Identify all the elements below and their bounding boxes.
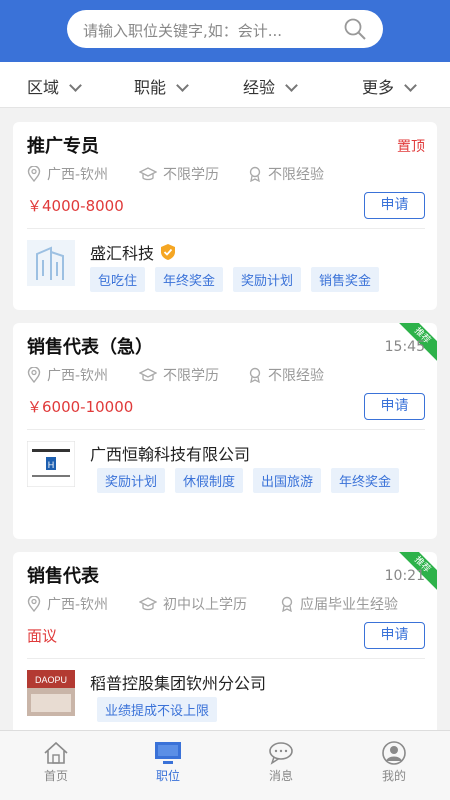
search-placeholder: 请输入职位关键字,如：会计... xyxy=(83,22,283,40)
job-card[interactable]: 推广专员 置顶 广西-钦州 不限学历 不限经验 ￥4000-8000 申请 盛汇… xyxy=(13,122,437,310)
filter-more[interactable]: 更多 xyxy=(362,74,417,98)
job-location: 广西-钦州 xyxy=(27,164,108,184)
education-text: 不限学历 xyxy=(163,368,219,384)
company-logo: H xyxy=(27,441,75,487)
company-name-text: 稻普控股集团钦州分公司 xyxy=(90,674,267,693)
svg-text:DAOPU: DAOPU xyxy=(35,675,67,685)
benefit-tag: 奖励计划 xyxy=(233,267,302,292)
experience-text: 不限经验 xyxy=(268,167,324,183)
benefit-tag: 销售奖金 xyxy=(311,267,380,292)
benefit-tags: 业绩提成不设上限 xyxy=(97,697,437,730)
company-name[interactable]: 稻普控股集团钦州分公司 xyxy=(90,670,266,694)
header: 请输入职位关键字,如：会计... xyxy=(0,0,450,62)
medal-icon xyxy=(249,367,261,383)
filter-label: 经验 xyxy=(243,78,276,97)
user-icon xyxy=(382,741,406,765)
benefit-tag: 业绩提成不设上限 xyxy=(97,697,218,722)
company-logo: DAOPU xyxy=(27,670,75,716)
tab-label: 我的 xyxy=(381,769,406,783)
company-name-text: 广西恒翰科技有限公司 xyxy=(90,445,251,464)
search-input[interactable]: 请输入职位关键字,如：会计... xyxy=(67,10,383,48)
education-cap-icon xyxy=(139,368,157,382)
benefit-tag: 出国旅游 xyxy=(253,468,322,493)
benefit-tag: 包吃住 xyxy=(90,267,146,292)
job-card[interactable]: 推荐 销售代表 10:21 广西-钦州 初中以上学历 应届毕业生经验 面议 申请… xyxy=(13,552,437,730)
benefit-tag: 年终奖金 xyxy=(155,267,224,292)
job-title: 推广专员 xyxy=(27,136,99,157)
job-education: 不限学历 xyxy=(139,164,219,184)
salary: 面议 xyxy=(27,627,58,645)
benefit-tags: 包吃住 年终奖金 奖励计划 销售奖金 xyxy=(90,267,430,300)
home-icon xyxy=(44,741,68,764)
filter-region[interactable]: 区域 xyxy=(27,74,82,98)
job-title: 销售代表 xyxy=(27,566,99,587)
company-name-text: 盛汇科技 xyxy=(90,244,155,263)
salary: ￥4000-8000 xyxy=(27,197,124,215)
post-time: 15:45 xyxy=(384,339,425,355)
medal-icon xyxy=(249,166,261,182)
education-text: 初中以上学历 xyxy=(163,597,247,613)
education-cap-icon xyxy=(139,597,157,611)
apply-button[interactable]: 申请 xyxy=(364,622,425,649)
benefit-tag: 休假制度 xyxy=(175,468,244,493)
divider xyxy=(27,658,425,659)
company-logo xyxy=(27,240,75,286)
chat-bubble-icon xyxy=(269,742,293,765)
benefit-tag: 年终奖金 xyxy=(331,468,400,493)
filter-experience[interactable]: 经验 xyxy=(243,74,298,98)
filter-label: 更多 xyxy=(362,78,395,97)
chevron-down-icon xyxy=(285,78,298,92)
apply-button[interactable]: 申请 xyxy=(364,393,425,420)
job-title: 销售代表（急） xyxy=(27,337,153,358)
chevron-down-icon xyxy=(176,78,189,92)
monitor-icon xyxy=(155,742,181,764)
apply-button[interactable]: 申请 xyxy=(364,192,425,219)
job-experience: 不限经验 xyxy=(248,164,324,184)
job-location: 广西-钦州 xyxy=(27,365,108,385)
location-icon xyxy=(27,166,41,182)
benefit-tag: 奖励计划 xyxy=(97,468,166,493)
divider xyxy=(27,429,425,430)
job-card[interactable]: 推荐 销售代表（急） 15:45 广西-钦州 不限学历 不限经验 ￥6000-1… xyxy=(13,323,437,539)
location-icon xyxy=(27,367,41,383)
location-icon xyxy=(27,596,41,612)
chevron-down-icon xyxy=(69,78,82,92)
tab-label: 首页 xyxy=(43,769,68,783)
company-name[interactable]: 广西恒翰科技有限公司 xyxy=(90,441,250,465)
search-icon[interactable] xyxy=(343,17,367,41)
chevron-down-icon xyxy=(404,78,417,92)
svg-text:H: H xyxy=(48,460,55,470)
tab-label: 职位 xyxy=(155,769,180,783)
divider xyxy=(27,228,425,229)
job-education: 初中以上学历 xyxy=(139,594,247,614)
education-cap-icon xyxy=(139,167,157,181)
location-text: 广西-钦州 xyxy=(47,597,109,613)
education-text: 不限学历 xyxy=(163,167,219,183)
job-experience: 应届毕业生经验 xyxy=(280,594,398,614)
filter-bar: 区域 职能 经验 更多 xyxy=(0,62,450,108)
benefit-tags: 奖励计划 休假制度 出国旅游 年终奖金 xyxy=(97,468,437,501)
salary: ￥6000-10000 xyxy=(27,398,134,416)
verified-badge-icon xyxy=(161,244,176,260)
pinned-label: 置顶 xyxy=(397,139,425,155)
job-experience: 不限经验 xyxy=(248,365,324,385)
tab-messages[interactable]: 消息 xyxy=(225,731,337,800)
job-location: 广西-钦州 xyxy=(27,594,108,614)
tab-me[interactable]: 我的 xyxy=(338,731,450,800)
tab-jobs[interactable]: 职位 xyxy=(112,731,224,800)
post-time: 10:21 xyxy=(384,568,425,584)
job-education: 不限学历 xyxy=(139,365,219,385)
filter-function[interactable]: 职能 xyxy=(134,74,189,98)
experience-text: 应届毕业生经验 xyxy=(300,597,398,613)
tab-label: 消息 xyxy=(268,769,293,783)
medal-icon xyxy=(281,596,293,612)
location-text: 广西-钦州 xyxy=(47,167,109,183)
company-name[interactable]: 盛汇科技 xyxy=(90,240,177,264)
filter-label: 职能 xyxy=(134,78,167,97)
tab-home[interactable]: 首页 xyxy=(0,731,112,800)
filter-label: 区域 xyxy=(27,78,60,97)
bottom-tab-bar: 首页 职位 消息 我的 xyxy=(0,730,450,800)
experience-text: 不限经验 xyxy=(268,368,324,384)
location-text: 广西-钦州 xyxy=(47,368,109,384)
